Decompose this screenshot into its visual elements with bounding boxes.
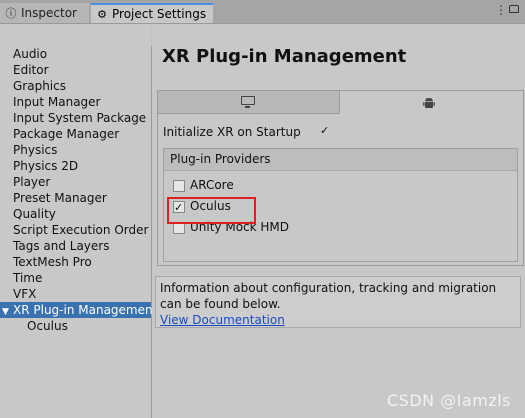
expand-arrow-icon[interactable]: ▼ bbox=[0, 304, 13, 320]
xr-settings-panel: Initialize XR on Startup Plug-in Provide… bbox=[157, 90, 524, 266]
monitor-icon bbox=[241, 96, 255, 108]
sidebar-item-tags-and-layers[interactable]: Tags and Layers bbox=[0, 238, 151, 254]
tab-android[interactable] bbox=[340, 91, 523, 114]
sidebar-item-time[interactable]: Time bbox=[0, 270, 151, 286]
sidebar-item-input-manager[interactable]: Input Manager bbox=[0, 94, 151, 110]
sidebar-item-physics-2d[interactable]: Physics 2D bbox=[0, 158, 151, 174]
tab-standalone[interactable] bbox=[158, 91, 340, 114]
sidebar-item-preset-manager[interactable]: Preset Manager bbox=[0, 190, 151, 206]
sidebar-item-script-execution-order[interactable]: Script Execution Order bbox=[0, 222, 151, 238]
sidebar-item-player[interactable]: Player bbox=[0, 174, 151, 190]
tab-project-settings-label: Project Settings bbox=[112, 7, 207, 21]
plugin-providers-header: Plug-in Providers bbox=[164, 149, 517, 171]
watermark: CSDN @Iamzls bbox=[387, 391, 511, 410]
sidebar-item-quality[interactable]: Quality bbox=[0, 206, 151, 222]
tab-inspector-label: Inspector bbox=[21, 6, 77, 20]
sidebar-search-area bbox=[0, 24, 151, 46]
initialize-xr-row: Initialize XR on Startup bbox=[163, 123, 329, 140]
sidebar-item-graphics[interactable]: Graphics bbox=[0, 78, 151, 94]
info-box: Information about configuration, trackin… bbox=[155, 276, 521, 328]
sidebar-item-vfx[interactable]: VFX bbox=[0, 286, 151, 302]
sidebar-item-editor[interactable]: Editor bbox=[0, 62, 151, 78]
sidebar-item-physics[interactable]: Physics bbox=[0, 142, 151, 158]
sidebar-item-input-system-package[interactable]: Input System Package bbox=[0, 110, 151, 126]
sidebar-item-xr-plugin-management[interactable]: ▼ XR Plug-in Management bbox=[0, 302, 157, 320]
tab-menu-button[interactable]: ⋮ bbox=[495, 3, 519, 21]
gear-icon: ⚙ bbox=[97, 8, 107, 21]
sidebar-item-textmesh-pro[interactable]: TextMesh Pro bbox=[0, 254, 151, 270]
sidebar-item-audio[interactable]: Audio bbox=[0, 46, 151, 62]
tab-inspector[interactable]: ⓘ Inspector bbox=[0, 3, 89, 23]
page-title: XR Plug-in Management bbox=[162, 46, 407, 67]
tab-project-settings[interactable]: ⚙ Project Settings bbox=[91, 3, 213, 23]
info-text: Information about configuration, trackin… bbox=[160, 281, 497, 311]
settings-sidebar: Audio Editor Graphics Input Manager Inpu… bbox=[0, 46, 157, 418]
sidebar-item-oculus[interactable]: Oculus bbox=[0, 318, 151, 334]
sidebar-item-xr-plugin-management-label: XR Plug-in Management bbox=[13, 303, 158, 317]
settings-main-panel: XR Plug-in Management Initialize XR on S… bbox=[152, 24, 525, 418]
editor-tab-bar: ⓘ Inspector ⚙ Project Settings ⋮ bbox=[0, 0, 525, 24]
provider-row-arcore: ARCore bbox=[173, 176, 234, 194]
sidebar-item-package-manager[interactable]: Package Manager bbox=[0, 126, 151, 142]
android-icon bbox=[423, 97, 435, 108]
initialize-xr-checkbox[interactable] bbox=[320, 123, 332, 139]
arcore-checkbox[interactable] bbox=[173, 179, 185, 192]
lock-icon[interactable] bbox=[509, 5, 519, 13]
oculus-highlight-box bbox=[167, 197, 256, 224]
more-options-icon: ⋮ bbox=[495, 3, 507, 17]
info-icon: ⓘ bbox=[5, 7, 17, 20]
platform-tabs bbox=[158, 91, 523, 114]
view-documentation-link[interactable]: View Documentation bbox=[160, 313, 285, 327]
initialize-xr-label: Initialize XR on Startup bbox=[163, 125, 301, 139]
plugin-providers-box: Plug-in Providers ARCore Oculus Unity Mo… bbox=[163, 148, 518, 262]
arcore-label: ARCore bbox=[190, 178, 234, 192]
